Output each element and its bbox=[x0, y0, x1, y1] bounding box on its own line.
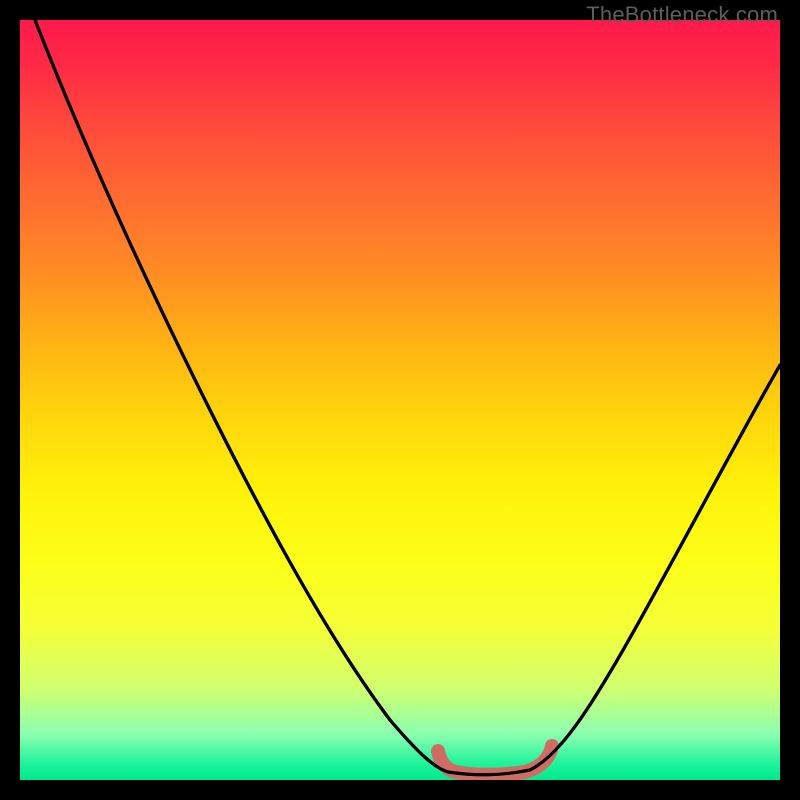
gradient-background bbox=[20, 20, 780, 780]
plot-area bbox=[20, 20, 780, 780]
watermark-text: TheBottleneck.com bbox=[586, 2, 778, 28]
chart-frame: TheBottleneck.com bbox=[0, 0, 800, 800]
